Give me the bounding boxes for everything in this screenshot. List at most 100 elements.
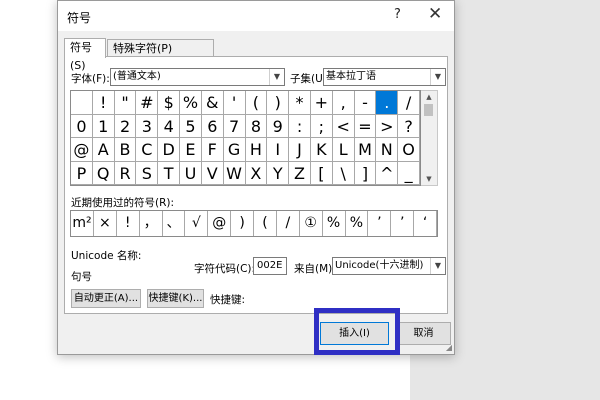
symbol-cell[interactable]: & [201,91,224,115]
symbol-cell[interactable]: U [180,161,202,185]
symbol-cell[interactable]: + [310,91,333,115]
symbol-cell[interactable]: = [354,114,377,138]
chevron-down-icon[interactable]: ▼ [430,69,445,85]
recent-symbol-cell[interactable]: @ [208,211,232,236]
tab-special-characters[interactable]: 特殊字符(P) [107,39,214,57]
subset-select[interactable]: 基本拉丁语 ▼ [323,68,446,86]
symbol-cell[interactable]: 0 [71,114,93,138]
font-select[interactable]: (普通文本) ▼ [110,68,285,86]
chevron-down-icon[interactable]: ▼ [269,69,284,85]
symbol-cell[interactable]: ] [354,161,377,185]
recent-symbol-cell[interactable]: ! [117,211,140,236]
symbol-cell[interactable]: 7 [223,114,246,138]
recent-symbol-cell[interactable]: ① [300,211,323,236]
symbol-cell[interactable]: 8 [245,114,268,138]
symbol-cell[interactable]: * [289,91,311,115]
symbol-cell[interactable]: A [92,138,115,162]
symbol-cell[interactable]: Z [289,161,311,185]
symbol-cell[interactable]: ? [398,114,420,138]
symbol-cell[interactable]: E [180,138,202,162]
symbol-cell[interactable]: \ [332,161,355,185]
symbol-cell[interactable]: ) [267,91,290,115]
symbol-cell[interactable]: 3 [136,114,159,138]
symbol-cell[interactable]: V [201,161,224,185]
symbol-cell[interactable]: D [158,138,181,162]
symbol-cell[interactable]: F [201,138,224,162]
symbol-cell[interactable]: " [114,91,137,115]
recent-symbol-cell[interactable]: ’ [391,211,415,236]
symbol-cell[interactable]: $ [158,91,181,115]
symbol-cell[interactable]: - [354,91,377,115]
recent-symbol-cell[interactable]: ) [231,211,254,236]
symbol-cell[interactable]: 4 [158,114,181,138]
recent-symbol-cell[interactable]: √ [185,211,209,236]
close-icon[interactable]: ✕ [428,4,442,24]
symbol-cell[interactable]: C [136,138,159,162]
recent-symbol-cell[interactable]: ‘ [414,211,437,236]
symbol-grid-scrollbar[interactable]: ▲ ▼ [421,90,438,186]
symbol-cell[interactable]: [ [310,161,333,185]
symbol-cell[interactable]: B [114,138,137,162]
shortcut-key-button[interactable]: 快捷键(K)... [147,289,204,308]
symbol-cell[interactable]: L [332,138,355,162]
chevron-down-icon[interactable]: ▼ [430,258,445,274]
symbol-cell[interactable]: _ [398,161,420,185]
symbol-cell[interactable]: S [136,161,159,185]
symbol-cell[interactable]: J [289,138,311,162]
symbol-cell[interactable]: X [245,161,268,185]
symbol-cell[interactable]: 1 [92,114,115,138]
recent-symbol-cell[interactable]: % [346,211,369,236]
symbol-cell[interactable]: # [136,91,159,115]
tab-symbols[interactable]: 符号(S) [64,38,106,72]
symbol-cell[interactable]: : [289,114,311,138]
cancel-button[interactable]: 取消 [396,322,451,345]
symbol-cell[interactable]: P [71,161,93,185]
autocorrect-button[interactable]: 自动更正(A)... [71,289,141,308]
recent-symbol-cell[interactable]: m² [71,211,94,236]
symbol-cell[interactable]: Y [267,161,290,185]
symbol-cell[interactable]: . [376,91,399,115]
symbol-cell[interactable]: N [376,138,399,162]
symbol-cell[interactable]: W [223,161,246,185]
symbol-cell[interactable]: H [245,138,268,162]
symbol-cell[interactable]: 6 [201,114,224,138]
symbol-cell[interactable] [71,91,93,115]
symbol-cell[interactable]: G [223,138,246,162]
recent-symbol-cell[interactable]: × [94,211,117,236]
symbol-cell[interactable]: T [158,161,181,185]
dialog-titlebar[interactable]: 符号 ? ✕ [58,1,454,31]
help-button[interactable]: ? [394,7,401,22]
recent-symbol-cell[interactable]: / [277,211,300,236]
symbol-cell[interactable]: Q [92,161,115,185]
recent-symbol-cell[interactable]: ’ [368,211,392,236]
symbol-cell[interactable]: M [354,138,377,162]
symbol-cell[interactable]: K [310,138,333,162]
symbol-cell[interactable]: ' [223,91,246,115]
scroll-thumb[interactable] [424,104,433,116]
symbol-cell[interactable]: R [114,161,137,185]
symbol-cell[interactable]: ( [245,91,268,115]
scroll-up-icon[interactable]: ▲ [421,91,437,103]
from-select[interactable]: Unicode(十六进制) ▼ [332,257,446,275]
symbol-cell[interactable]: , [332,91,355,115]
symbol-cell[interactable]: 2 [114,114,137,138]
symbol-cell[interactable]: 5 [180,114,202,138]
symbol-cell[interactable]: % [180,91,202,115]
recent-symbol-cell[interactable]: 、 [163,211,186,236]
resize-grip-icon[interactable]: ◢ [446,343,452,352]
symbol-cell[interactable]: ; [310,114,333,138]
scroll-down-icon[interactable]: ▼ [421,173,437,185]
symbol-cell[interactable]: ! [92,91,115,115]
symbol-cell[interactable]: < [332,114,355,138]
recent-symbol-cell[interactable]: ( [254,211,277,236]
recent-symbol-cell[interactable]: % [323,211,346,236]
symbol-cell[interactable]: 9 [267,114,290,138]
recent-symbol-cell[interactable]: ， [140,211,163,236]
symbol-cell[interactable]: / [398,91,420,115]
symbol-cell[interactable]: ^ [376,161,399,185]
symbol-cell[interactable]: @ [71,138,93,162]
symbol-cell[interactable]: O [398,138,420,162]
symbol-cell[interactable]: > [376,114,399,138]
symbol-cell[interactable]: I [267,138,290,162]
char-code-input[interactable]: 002E [253,257,287,275]
